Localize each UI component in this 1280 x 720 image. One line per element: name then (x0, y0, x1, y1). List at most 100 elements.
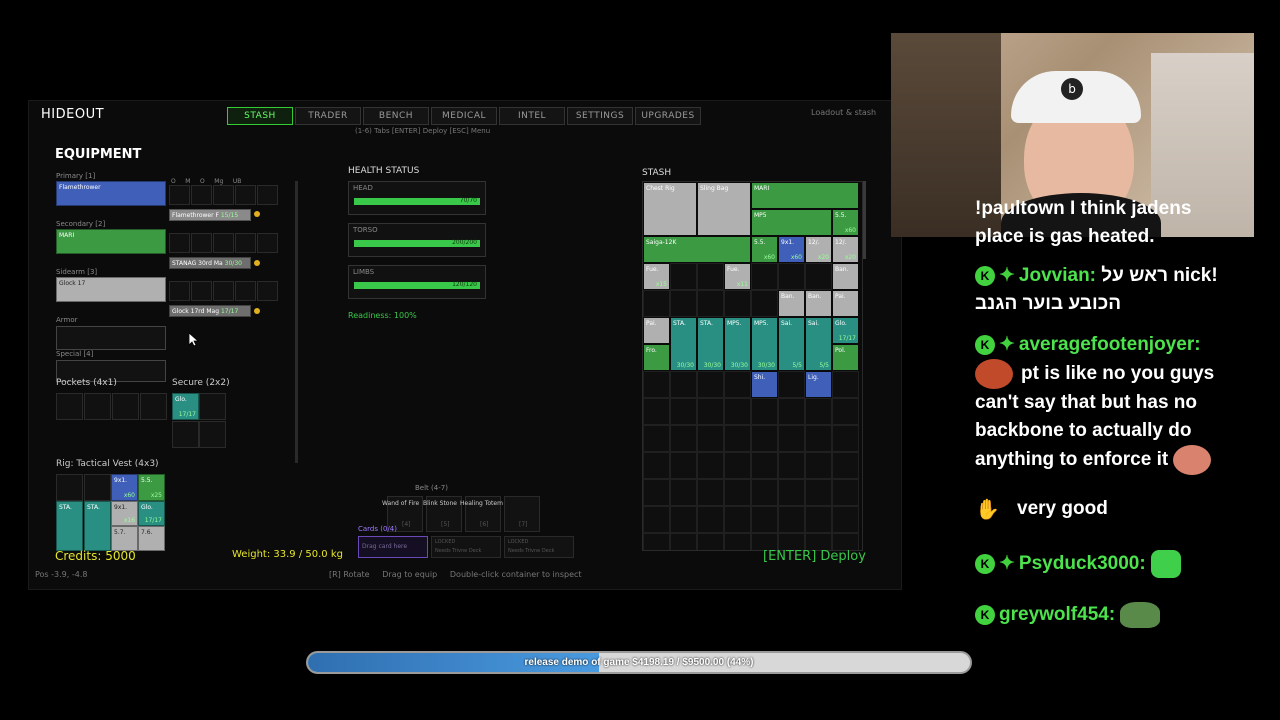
secondary-slot[interactable]: MARI (56, 229, 166, 254)
stash-cell[interactable] (724, 506, 751, 533)
stash-item[interactable]: Pai. (832, 290, 859, 317)
stash-cell[interactable] (805, 425, 832, 452)
stash-cell[interactable] (643, 506, 670, 533)
secure-slot[interactable] (199, 393, 226, 420)
stash-item[interactable]: Ban. (832, 263, 859, 290)
chat-username[interactable]: Psyduck3000: (1019, 553, 1146, 574)
belt-slot[interactable]: Healing Totem [6] (460, 496, 503, 532)
stash-item[interactable]: Sai. 5/5 (778, 317, 805, 371)
stash-cell[interactable] (724, 533, 751, 550)
stash-cell[interactable] (643, 452, 670, 479)
rig-item[interactable]: 9x1. x60 (111, 474, 138, 501)
stash-cell[interactable] (724, 398, 751, 425)
stash-cell[interactable] (751, 290, 778, 317)
stash-cell[interactable] (778, 263, 805, 290)
stash-item[interactable]: 9x1. x60 (778, 236, 805, 263)
stash-item[interactable]: Fue. x11 (724, 263, 751, 290)
stash-item[interactable]: Pai. (643, 317, 670, 344)
tab-intel[interactable]: INTEL (499, 107, 565, 125)
stash-cell[interactable] (697, 371, 724, 398)
stash-item[interactable]: Fue. x15 (643, 263, 670, 290)
equipment-scrollbar[interactable] (295, 181, 298, 463)
stash-cell[interactable] (751, 398, 778, 425)
pocket-slot[interactable] (56, 393, 83, 420)
stash-item[interactable]: 12/. x20 (805, 236, 832, 263)
stash-item[interactable]: Shi. (751, 371, 778, 398)
stash-cell[interactable] (832, 479, 859, 506)
pocket-slot[interactable] (112, 393, 139, 420)
stash-item[interactable]: Sling Bag (697, 182, 751, 236)
secondary-mag[interactable]: STANAG 30rd Ma 30/30 (169, 257, 251, 269)
stash-cell[interactable] (670, 371, 697, 398)
attachment-slot[interactable] (213, 233, 234, 253)
attachment-slot[interactable] (191, 233, 212, 253)
pocket-slot[interactable] (140, 393, 167, 420)
stash-cell[interactable] (778, 506, 805, 533)
stash-cell[interactable] (643, 533, 670, 550)
attachment-slot[interactable] (235, 233, 256, 253)
stash-cell[interactable] (805, 506, 832, 533)
tab-medical[interactable]: MEDICAL (431, 107, 497, 125)
armor-slot[interactable] (56, 326, 166, 350)
stash-cell[interactable] (724, 425, 751, 452)
stash-item[interactable]: MP5. 30/30 (751, 317, 778, 371)
primary-mag[interactable]: Flamethrower F 15/15 (169, 209, 251, 221)
stash-item[interactable]: Saiga-12K (643, 236, 751, 263)
stash-cell[interactable] (724, 371, 751, 398)
rig-item[interactable]: STA. (56, 501, 83, 551)
attachment-slot[interactable] (169, 185, 190, 205)
stash-cell[interactable] (670, 479, 697, 506)
rig-item[interactable]: 5.5. x25 (138, 474, 165, 501)
stash-cell[interactable] (697, 290, 724, 317)
stash-item[interactable]: Pol. (832, 344, 859, 371)
attachment-slot[interactable] (257, 281, 278, 301)
tab-stash[interactable]: STASH (227, 107, 293, 125)
stash-cell[interactable] (751, 425, 778, 452)
belt-slot[interactable]: Blink Stone [5] (423, 496, 462, 532)
stash-cell[interactable] (832, 425, 859, 452)
stash-cell[interactable] (832, 371, 859, 398)
attachment-slot[interactable] (191, 185, 212, 205)
stash-item[interactable]: 5.5. x60 (751, 236, 778, 263)
rig-slot[interactable] (56, 474, 83, 501)
stash-cell[interactable] (697, 479, 724, 506)
stash-cell[interactable] (724, 452, 751, 479)
attachment-slot[interactable] (257, 233, 278, 253)
primary-slot[interactable]: Flamethrower (56, 181, 166, 206)
stash-cell[interactable] (724, 290, 751, 317)
secure-slot[interactable] (172, 421, 199, 448)
stash-cell[interactable] (805, 263, 832, 290)
stash-cell[interactable] (751, 452, 778, 479)
chat-username[interactable]: averagefootenjoyer: (1019, 334, 1201, 355)
stash-cell[interactable] (670, 263, 697, 290)
attachment-slot[interactable] (169, 233, 190, 253)
stash-cell[interactable] (670, 533, 697, 550)
stash-cell[interactable] (697, 533, 724, 550)
stash-cell[interactable] (778, 371, 805, 398)
stash-cell[interactable] (751, 263, 778, 290)
attachment-slot[interactable] (213, 185, 234, 205)
pocket-slot[interactable] (84, 393, 111, 420)
chat-username[interactable]: greywolf454: (999, 604, 1115, 625)
stash-scrollbar[interactable] (863, 181, 866, 259)
stash-cell[interactable] (643, 425, 670, 452)
stash-cell[interactable] (697, 398, 724, 425)
stash-cell[interactable] (805, 452, 832, 479)
stash-cell[interactable] (778, 452, 805, 479)
stash-item[interactable]: MP5 (751, 209, 832, 236)
attachment-slot[interactable] (235, 185, 256, 205)
stash-cell[interactable] (697, 425, 724, 452)
deploy-button[interactable]: [ENTER] Deploy (763, 549, 866, 564)
stash-item[interactable]: STA. 30/30 (697, 317, 724, 371)
stash-cell[interactable] (670, 506, 697, 533)
stash-cell[interactable] (643, 398, 670, 425)
stash-cell[interactable] (670, 452, 697, 479)
stash-cell[interactable] (670, 290, 697, 317)
stash-cell[interactable] (697, 506, 724, 533)
stash-cell[interactable] (778, 425, 805, 452)
stash-cell[interactable] (832, 398, 859, 425)
stash-item[interactable]: MP5. 30/30 (724, 317, 751, 371)
attachment-slot[interactable] (191, 281, 212, 301)
rig-item[interactable]: 7.6. (138, 526, 165, 551)
rig-slot[interactable] (84, 474, 111, 501)
